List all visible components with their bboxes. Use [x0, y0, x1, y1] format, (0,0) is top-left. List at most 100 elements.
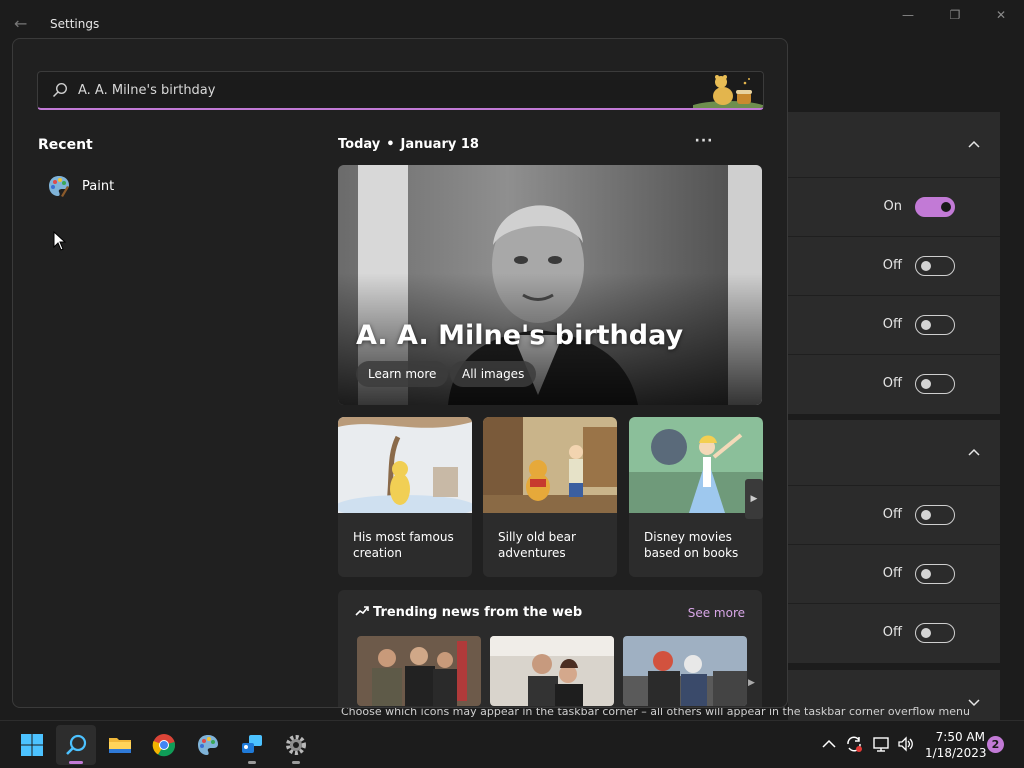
- chrome-button[interactable]: [144, 725, 184, 765]
- paint-icon: [49, 176, 69, 197]
- sync-icon[interactable]: [845, 735, 863, 753]
- recent-item-paint[interactable]: Paint: [45, 172, 245, 202]
- news-thumbnail[interactable]: [623, 636, 747, 706]
- news-next-icon[interactable]: ▶: [748, 678, 755, 688]
- toggle-switch[interactable]: [915, 374, 955, 394]
- pooh-cartoon-image: [483, 417, 617, 513]
- paint-icon: [198, 735, 218, 755]
- all-images-button[interactable]: All images: [450, 361, 537, 387]
- pooh-sketch-image: [338, 417, 472, 513]
- hero-card[interactable]: A. A. Milne's birthday Learn more All im…: [338, 165, 762, 405]
- settings-taskbar-button[interactable]: [276, 725, 316, 765]
- paint-taskbar-button[interactable]: [188, 725, 228, 765]
- search-input[interactable]: [78, 80, 678, 100]
- search-highlight-doodle-icon: [693, 72, 763, 108]
- folder-icon: [109, 738, 131, 753]
- toggle-state: Off: [882, 566, 902, 581]
- volume-icon[interactable]: [897, 735, 915, 753]
- toggle-switch[interactable]: [915, 623, 955, 643]
- search-icon: [52, 82, 68, 98]
- taskbar-clock[interactable]: 7:50 AM 1/18/2023: [925, 729, 987, 761]
- group-2-header[interactable]: [788, 420, 1000, 486]
- news-photo-image: [490, 636, 614, 706]
- network-icon[interactable]: [872, 735, 890, 753]
- trending-news-card: Trending news from the web See more ▶: [338, 590, 762, 707]
- news-photo-image: [357, 636, 481, 706]
- hero-title: A. A. Milne's birthday: [356, 320, 684, 351]
- card-label: Disney movies based on books: [644, 530, 739, 560]
- card-bear-adventures[interactable]: Silly old bear adventures: [483, 417, 617, 577]
- toggle-state: Off: [882, 507, 902, 522]
- toggle-switch[interactable]: [915, 256, 955, 276]
- news-thumbnail[interactable]: [490, 636, 614, 706]
- settings-group-2: Off Off Off: [788, 420, 1000, 663]
- taskbar: 7:50 AM 1/18/2023 2: [0, 720, 1024, 768]
- toggle-knob: [921, 569, 931, 579]
- clock-date: 1/18/2023: [925, 746, 987, 760]
- back-arrow-icon[interactable]: ←: [14, 14, 34, 34]
- today-date: January 18: [400, 137, 479, 152]
- mouse-cursor-icon: [53, 231, 67, 251]
- card-famous-creation[interactable]: His most famous creation: [338, 417, 472, 577]
- toggle-state: Off: [882, 376, 902, 391]
- minimize-icon[interactable]: —: [893, 8, 923, 26]
- running-indicator: [292, 761, 300, 764]
- windows-logo-icon: [21, 734, 43, 756]
- recent-item-label: Paint: [82, 179, 115, 194]
- notification-badge[interactable]: 2: [987, 736, 1004, 753]
- gear-icon: [286, 735, 306, 755]
- trending-heading: Trending news from the web: [373, 605, 583, 620]
- file-explorer-button[interactable]: [100, 725, 140, 765]
- news-thumbnail[interactable]: [357, 636, 481, 706]
- card-disney-movies[interactable]: Disney movies based on books: [629, 417, 763, 577]
- setting-row: Off: [788, 604, 1000, 663]
- search-icon: [66, 734, 87, 755]
- today-heading: Today • January 18: [338, 137, 479, 152]
- card-label: His most famous creation: [353, 530, 454, 560]
- search-box[interactable]: [37, 71, 764, 110]
- group-1-header[interactable]: [788, 112, 1000, 178]
- toggle-switch[interactable]: [915, 564, 955, 584]
- setting-row: Off: [788, 296, 1000, 355]
- toggle-knob: [921, 320, 931, 330]
- learn-more-button[interactable]: Learn more: [356, 361, 449, 387]
- start-button[interactable]: [12, 725, 52, 765]
- running-indicator: [248, 761, 256, 764]
- chevron-up-icon[interactable]: [820, 735, 838, 753]
- toggle-state: Off: [882, 258, 902, 273]
- card-label: Silly old bear adventures: [498, 530, 576, 560]
- toggle-state: Off: [882, 625, 902, 640]
- desktop: ← Settings — ❐ ✕ On Off Off Off Off Off …: [0, 0, 1024, 768]
- taskbar-search-button[interactable]: [56, 725, 96, 765]
- toggle-knob: [941, 202, 951, 212]
- feedback-hub-icon: [242, 735, 262, 753]
- dot-separator: •: [386, 137, 395, 152]
- carousel-next-icon[interactable]: ▶: [745, 479, 763, 519]
- alice-cartoon-image: [629, 417, 763, 513]
- news-photo-image: [623, 636, 747, 706]
- toggle-switch[interactable]: [915, 505, 955, 525]
- restore-icon[interactable]: ❐: [940, 8, 970, 26]
- active-indicator: [69, 761, 83, 764]
- chevron-up-icon: [968, 448, 980, 456]
- clock-time: 7:50 AM: [935, 730, 985, 744]
- recent-heading: Recent: [38, 137, 93, 153]
- setting-row: Off: [788, 486, 1000, 545]
- toggle-knob: [921, 261, 931, 271]
- setting-row: Off: [788, 545, 1000, 604]
- chevron-up-icon: [968, 140, 980, 148]
- close-icon[interactable]: ✕: [986, 8, 1016, 26]
- settings-group-1: On Off Off Off: [788, 112, 1000, 414]
- toggle-knob: [921, 379, 931, 389]
- trending-arrow-icon: [355, 606, 369, 616]
- window-title: Settings: [50, 17, 100, 31]
- more-options-button[interactable]: ···: [693, 133, 715, 149]
- search-flyout: Recent Paint Today • January 18 ···: [12, 38, 788, 708]
- toggle-state: On: [883, 199, 902, 214]
- see-more-link[interactable]: See more: [688, 606, 745, 620]
- chrome-icon: [152, 734, 176, 757]
- feedback-hub-button[interactable]: [232, 725, 272, 765]
- toggle-switch[interactable]: [915, 197, 955, 217]
- toggle-switch[interactable]: [915, 315, 955, 335]
- setting-row: Off: [788, 237, 1000, 296]
